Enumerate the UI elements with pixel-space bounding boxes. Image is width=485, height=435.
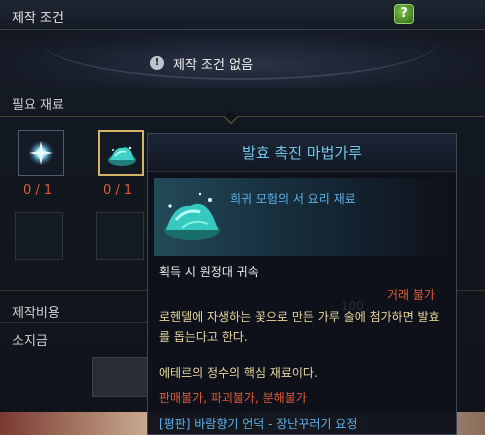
item-tooltip: 발효 촉진 마법가루 희귀 모험의 서 요리 재료 획득 시 원정대 귀속 거래… xyxy=(147,133,457,435)
craft-button[interactable] xyxy=(92,357,152,397)
empty-slot[interactable] xyxy=(96,212,144,260)
tooltip-restrictions: 판매불가, 파괴불가, 분해불가 xyxy=(159,389,307,406)
info-icon: ! xyxy=(150,56,164,70)
tooltip-bind: 획득 시 원정대 귀속 xyxy=(159,265,259,279)
section-divider xyxy=(0,116,485,117)
tooltip-grade: 희귀 모험의 서 요리 재료 xyxy=(230,192,356,206)
condition-text: 제작 조건 없음 xyxy=(173,57,254,73)
restriction-dismantle: 분해불가 xyxy=(262,391,307,405)
restriction-sell: 판매불가 xyxy=(159,391,204,405)
crafting-panel: 제작 조건 ? ! 제작 조건 없음 필요 재료 0 / 1 0 / 1 제작비… xyxy=(0,0,485,435)
condition-row: ! 제작 조건 없음 xyxy=(150,54,254,73)
condition-banner: ! 제작 조건 없음 xyxy=(0,30,485,88)
material-count-2: 0 / 1 xyxy=(103,183,133,198)
material-count-1: 0 / 1 xyxy=(23,183,53,198)
restriction-destroy: 파괴불가 xyxy=(210,391,255,405)
material-slot-2[interactable] xyxy=(98,130,144,176)
cost-label: 제작비용 xyxy=(12,306,60,321)
tooltip-trade: 거래 불가 xyxy=(387,288,435,302)
tooltip-core-text: 에테르의 정수의 핵심 재료이다. xyxy=(159,366,318,380)
tooltip-title: 발효 촉진 마법가루 xyxy=(148,134,456,172)
material-slot-1[interactable] xyxy=(18,130,64,176)
blue-star-gem-icon xyxy=(28,140,54,166)
teal-powder-icon xyxy=(108,146,136,166)
row-divider xyxy=(0,322,160,323)
divider-notch xyxy=(223,109,239,125)
tooltip-source: [평판] 바람향기 언덕 - 장난꾸러기 요정 xyxy=(159,417,358,431)
materials-title: 필요 재료 xyxy=(12,98,64,113)
restriction-separator: , xyxy=(254,391,263,405)
gold-label: 소지금 xyxy=(12,334,48,349)
tooltip-description: 로헨델에 자생하는 꽃으로 만든 가루 술에 첨가하면 발효를 돕는다고 한다. xyxy=(159,310,440,344)
tooltip-hero: 희귀 모험의 서 요리 재료 xyxy=(154,178,450,256)
teal-powder-icon xyxy=(164,192,220,240)
restriction-separator: , xyxy=(203,391,211,405)
empty-slot[interactable] xyxy=(15,212,63,260)
